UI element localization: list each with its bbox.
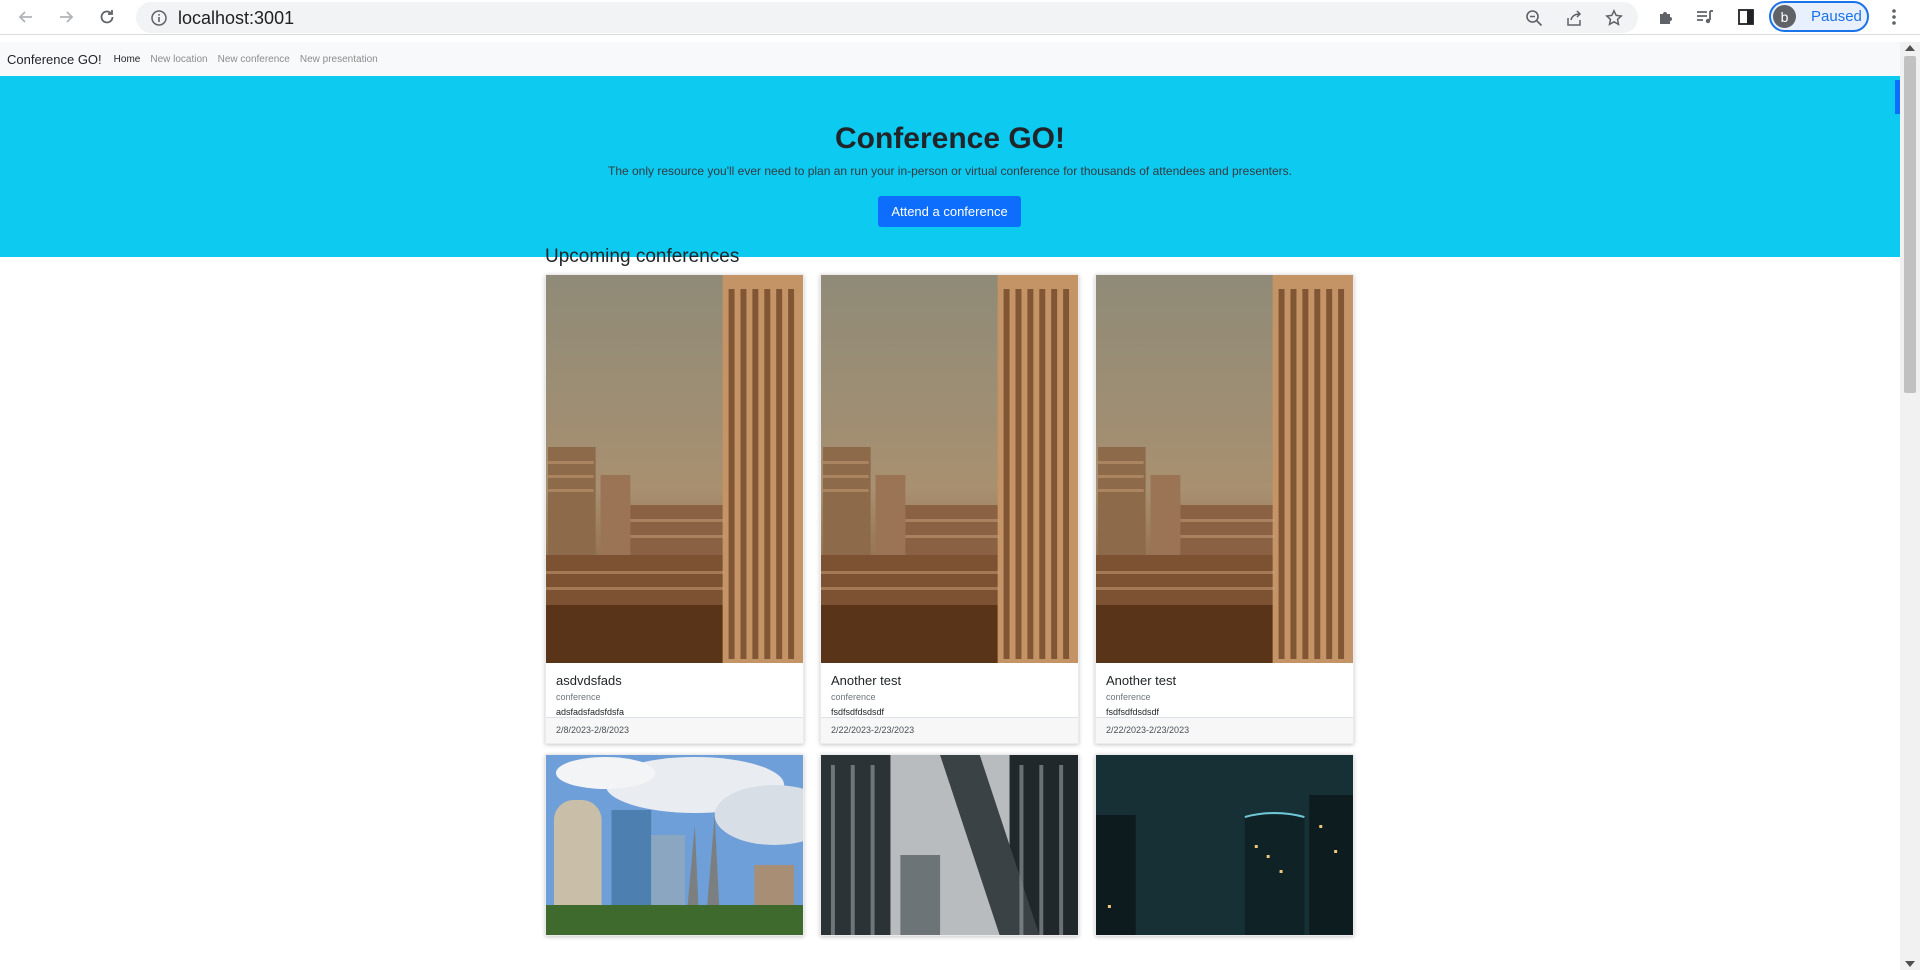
card-description: adsfadsfadsfdsfa: [556, 707, 625, 717]
reload-icon[interactable]: [95, 5, 119, 29]
navbar: Conference GO! Home New location New con…: [0, 42, 1900, 76]
page-viewport: Conference GO! Home New location New con…: [0, 42, 1900, 970]
conference-image: [821, 275, 1078, 663]
conference-card[interactable]: [545, 754, 804, 936]
scroll-down-arrow-icon[interactable]: [1905, 961, 1915, 967]
nav-links: Home New location New conference New pre…: [114, 54, 378, 65]
card-subtitle: conference: [831, 692, 876, 702]
address-bar[interactable]: localhost:3001: [136, 2, 1638, 33]
conference-image: [546, 275, 803, 663]
browser-toolbar: localhost:3001 b Paused: [0, 0, 1920, 35]
profile-status: Paused: [1811, 8, 1862, 25]
card-title: asdvdsfads: [556, 673, 622, 688]
conference-image: [1096, 275, 1353, 663]
section-heading: Upcoming conferences: [545, 246, 740, 267]
hero-banner: Conference GO! The only resource you'll …: [0, 76, 1900, 257]
card-subtitle: conference: [1106, 692, 1151, 702]
conference-card[interactable]: [1095, 754, 1354, 936]
profile-button[interactable]: b Paused: [1769, 1, 1869, 32]
card-title: Another test: [831, 673, 902, 688]
scrollbar-thumb[interactable]: [1904, 56, 1916, 393]
conference-image: [546, 755, 803, 935]
avatar: b: [1773, 5, 1796, 28]
conference-image: [821, 755, 1078, 935]
nav-link-new-presentation[interactable]: New presentation: [300, 54, 378, 65]
nav-link-home[interactable]: Home: [114, 54, 141, 65]
url-text[interactable]: localhost:3001: [178, 8, 294, 29]
page-scrollbar[interactable]: [1900, 42, 1920, 970]
hero-subtitle: The only resource you'll ever need to pl…: [607, 164, 1293, 178]
card-title: Another test: [1106, 673, 1177, 688]
navbar-brand[interactable]: Conference GO!: [7, 52, 102, 67]
back-icon[interactable]: [14, 5, 38, 29]
card-body: asdvdsfads conference adsfadsfadsfdsfa: [546, 663, 803, 717]
more-menu-icon[interactable]: [1883, 6, 1905, 28]
share-icon[interactable]: [1564, 8, 1584, 28]
card-dates: 2/22/2023-2/23/2023: [821, 717, 1078, 743]
site-info-icon[interactable]: [150, 9, 168, 27]
card-description: fsdfsdfdsdsdf: [1106, 707, 1160, 717]
conference-card[interactable]: Another test conference fsdfsdfdsdsdf 2/…: [1095, 274, 1354, 744]
nav-link-new-conference[interactable]: New conference: [218, 54, 290, 65]
conference-card[interactable]: [820, 754, 1079, 936]
conference-card[interactable]: Another test conference fsdfsdfdsdsdf 2/…: [820, 274, 1079, 744]
card-body: Another test conference fsdfsdfdsdsdf: [821, 663, 1078, 717]
card-description: fsdfsdfdsdsdf: [831, 707, 885, 717]
card-dates: 2/22/2023-2/23/2023: [1096, 717, 1353, 743]
forward-icon[interactable]: [54, 5, 78, 29]
card-body: Another test conference fsdfsdfdsdsdf: [1096, 663, 1353, 717]
reading-list-icon[interactable]: [1694, 6, 1716, 28]
conference-card[interactable]: asdvdsfads conference adsfadsfadsfdsfa 2…: [545, 274, 804, 744]
attend-conference-button[interactable]: Attend a conference: [878, 196, 1021, 227]
hero-title: Conference GO!: [834, 122, 1066, 155]
bookmark-star-icon[interactable]: [1604, 8, 1624, 28]
conference-grid: asdvdsfads conference adsfadsfadsfdsfa 2…: [545, 274, 1355, 936]
scroll-up-arrow-icon[interactable]: [1905, 45, 1915, 51]
side-panel-icon[interactable]: [1735, 6, 1757, 28]
zoom-icon[interactable]: [1524, 8, 1544, 28]
extensions-icon[interactable]: [1655, 6, 1677, 28]
conference-image: [1096, 755, 1353, 935]
nav-link-new-location[interactable]: New location: [150, 54, 207, 65]
card-dates: 2/8/2023-2/8/2023: [546, 717, 803, 743]
card-subtitle: conference: [556, 692, 601, 702]
